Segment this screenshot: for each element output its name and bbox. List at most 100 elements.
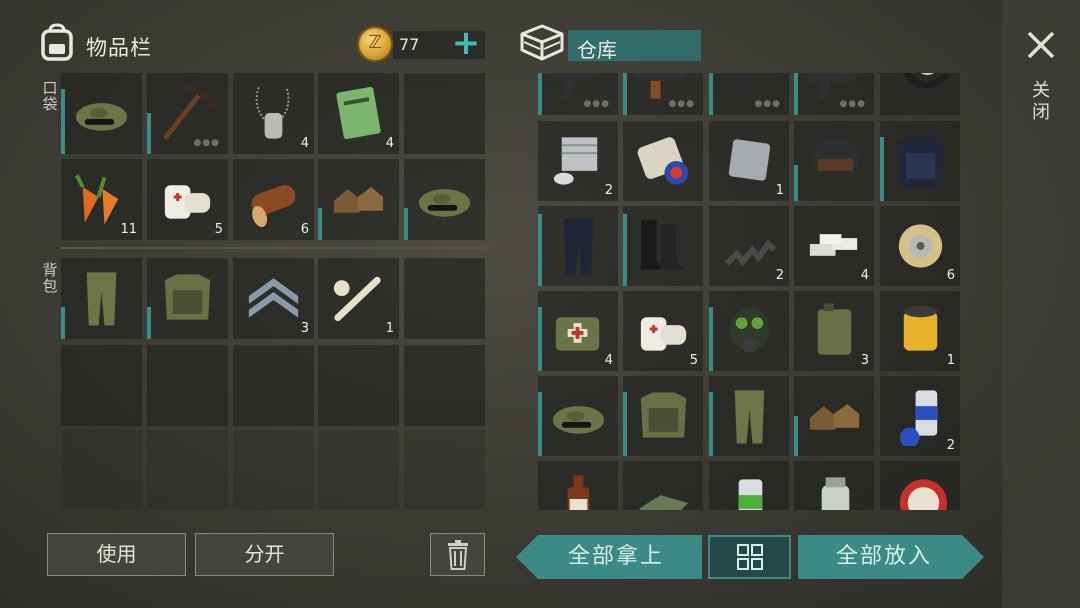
backpack-slot[interactable] [233,345,314,426]
backpack-slot[interactable] [147,345,228,426]
take-all-button[interactable]: 全部拿上 [516,535,702,579]
storage-slot[interactable]: ●●● [623,73,703,115]
storage-slot[interactable]: 6 [880,206,960,286]
storage-title: 仓库 [577,38,617,62]
locked-slot[interactable] [404,430,485,510]
section-divider [60,247,486,249]
item-count: 3 [300,321,309,336]
storage-slot[interactable] [623,461,703,510]
backpack-slot[interactable] [147,258,228,339]
locked-slot[interactable] [147,430,228,510]
item-count: 2 [775,268,784,283]
pocket-slot[interactable] [404,73,485,154]
pocket-label: 口袋 [42,79,58,113]
storage-slot[interactable] [709,291,789,371]
backpack-slot[interactable] [61,258,142,339]
pocket-slot[interactable]: ●●● [147,73,228,154]
storage-slot[interactable] [794,461,874,510]
item-count: 3 [860,353,869,368]
backpack-slot[interactable] [404,258,485,339]
wire-spool-icon [898,224,943,268]
sort-button[interactable] [708,535,791,579]
camo-cap-icon [418,189,471,217]
storage-slot[interactable] [880,121,960,201]
durability-bar [623,73,627,115]
carrots-icon [75,174,119,225]
use-button[interactable]: 使用 [47,533,186,576]
storage-slot[interactable] [709,376,789,456]
pocket-slot[interactable] [404,159,485,240]
backpack-slot[interactable] [318,345,399,426]
log-icon [251,185,296,227]
storage-slot[interactable] [538,461,618,510]
trash-button[interactable] [430,533,485,576]
storage-slot[interactable]: 1 [709,121,789,201]
storage-slot[interactable]: 3 [794,291,874,371]
pocket-slot[interactable]: 5 [147,159,228,240]
locked-slot[interactable] [318,430,399,510]
camo-pants-icon [734,390,765,444]
storage-slot[interactable] [794,121,874,201]
tire-icon [904,73,951,89]
durability-bar [147,307,151,339]
storage-slot[interactable] [880,461,960,510]
storage-slot[interactable] [538,206,618,286]
backpack-slot[interactable] [404,345,485,426]
split-button[interactable]: 分开 [195,533,334,576]
storage-slot[interactable]: 2 [880,376,960,456]
item-count: 6 [300,222,309,237]
storage-slot[interactable] [538,376,618,456]
locked-slot[interactable] [61,430,142,510]
pocket-slot[interactable] [318,159,399,240]
jerrycan-icon [817,303,852,355]
storage-slot[interactable]: 4 [794,206,874,286]
storage-slot[interactable] [709,461,789,510]
storage-slot[interactable] [794,376,874,456]
ammo-dots: ●●● [668,99,695,109]
backpack-slot[interactable] [61,345,142,426]
backpack-slot[interactable]: 3 [233,258,314,339]
storage-slot[interactable] [880,73,960,115]
dog-tags-icon [255,87,290,139]
camo-vest-icon [164,274,211,320]
storage-slot[interactable] [623,206,703,286]
pocket-slot[interactable] [61,73,142,154]
item-count: 4 [300,136,309,151]
add-gold-button[interactable]: + [450,26,482,62]
storage-grid[interactable]: ●●● ●●● ●●● ●●● 2 1 2 4 6 4 5 3 1 2 [538,73,963,510]
camo-vest-icon [640,392,687,438]
bones-icon [333,276,381,322]
gas-mask-icon [729,307,770,353]
pocket-slot[interactable]: 4 [318,73,399,154]
pickaxe-icon [162,84,217,141]
storage-slot[interactable] [623,376,703,456]
durability-bar [61,307,65,339]
gold-amount: 77 [399,35,420,54]
close-label[interactable]: 关闭 [1032,80,1052,124]
durability-bar [147,113,151,154]
item-count: 1 [946,353,955,368]
storage-slot[interactable]: ●●● [709,73,789,115]
storage-slot[interactable]: ●●● [794,73,874,115]
inventory-title: 物品栏 [86,36,152,60]
storage-slot[interactable]: 2 [709,206,789,286]
storage-crate-icon [520,24,564,61]
durability-bar [794,416,798,456]
pocket-slot[interactable]: 6 [233,159,314,240]
close-icon[interactable] [1024,28,1058,62]
storage-slot[interactable] [623,121,703,201]
durability-bar [61,89,65,154]
storage-slot[interactable]: 2 [538,121,618,201]
camo-pants-icon [86,272,117,326]
storage-slot[interactable]: 5 [623,291,703,371]
storage-slot[interactable]: 4 [538,291,618,371]
backpack-slot[interactable]: 1 [318,258,399,339]
put-all-button[interactable]: 全部放入 [798,535,984,579]
boots-icon [809,404,860,430]
storage-slot[interactable]: 1 [880,291,960,371]
pocket-slot[interactable]: 4 [233,73,314,154]
locked-slot[interactable] [233,430,314,510]
pocket-slot[interactable]: 11 [61,159,142,240]
storage-slot[interactable]: ●●● [538,73,618,115]
item-count: 1 [385,321,394,336]
